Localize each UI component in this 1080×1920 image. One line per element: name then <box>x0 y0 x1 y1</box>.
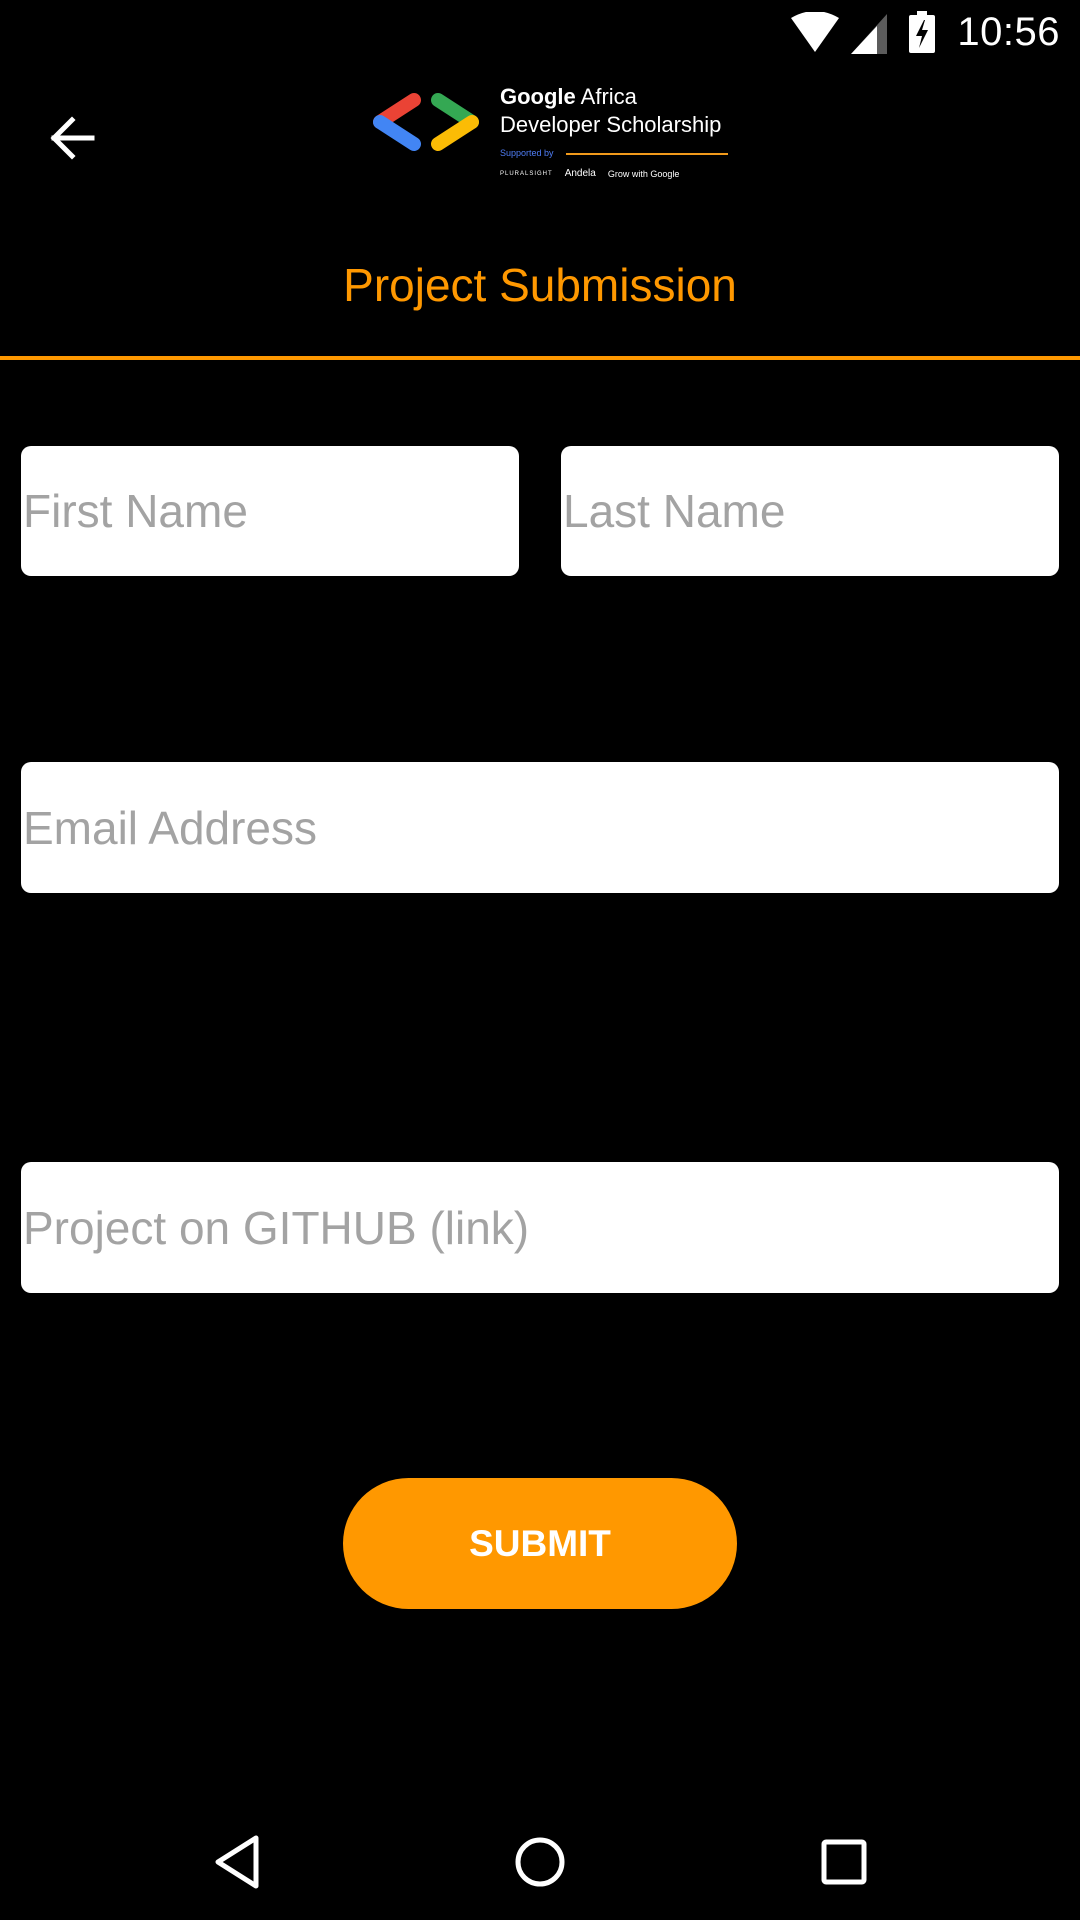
first-name-input[interactable] <box>21 446 519 576</box>
last-name-input[interactable] <box>561 446 1059 576</box>
navigation-bar <box>0 1800 1080 1920</box>
nav-back-icon <box>215 1835 259 1889</box>
cellular-signal-icon <box>851 14 888 54</box>
sponsor-pluralsight: PLURALSIGHT <box>500 170 553 177</box>
nav-recents-button[interactable] <box>812 1830 876 1894</box>
status-time: 10:56 <box>957 9 1060 54</box>
status-icons: 10:56 <box>789 8 1060 56</box>
github-link-input[interactable] <box>21 1162 1059 1293</box>
nav-back-button[interactable] <box>206 1830 270 1894</box>
arrow-left-icon <box>50 116 95 160</box>
nav-recents-icon <box>821 1839 867 1885</box>
nav-home-icon <box>515 1837 565 1887</box>
page-title: Project Submission <box>343 259 737 311</box>
logo-sponsors: PLURALSIGHT Andela Grow with Google <box>500 168 679 179</box>
logo-title-line2: Developer Scholarship <box>500 112 722 137</box>
nav-home-button[interactable] <box>508 1830 572 1894</box>
sponsor-andela: Andela <box>564 168 596 179</box>
developers-chevrons-icon <box>373 93 479 151</box>
title-divider <box>0 356 1080 360</box>
back-button[interactable] <box>40 105 106 171</box>
battery-charging-icon <box>909 11 936 53</box>
email-address-input[interactable] <box>21 762 1059 893</box>
logo-supported-by: Supported by <box>500 148 554 158</box>
project-submission-screen: 10:56 Google Africa Developer Scholarshi… <box>0 0 1080 1920</box>
sponsor-grow-with-google: Grow with Google <box>607 168 680 179</box>
logo-rule <box>566 153 728 155</box>
gads-logo: Google Africa Developer Scholarship Supp… <box>368 80 728 190</box>
wifi-icon <box>791 12 840 52</box>
logo-title-line1: Google Africa <box>500 84 637 109</box>
submit-button[interactable]: SUBMIT <box>343 1478 737 1609</box>
status-bar: 10:56 <box>0 0 1080 63</box>
